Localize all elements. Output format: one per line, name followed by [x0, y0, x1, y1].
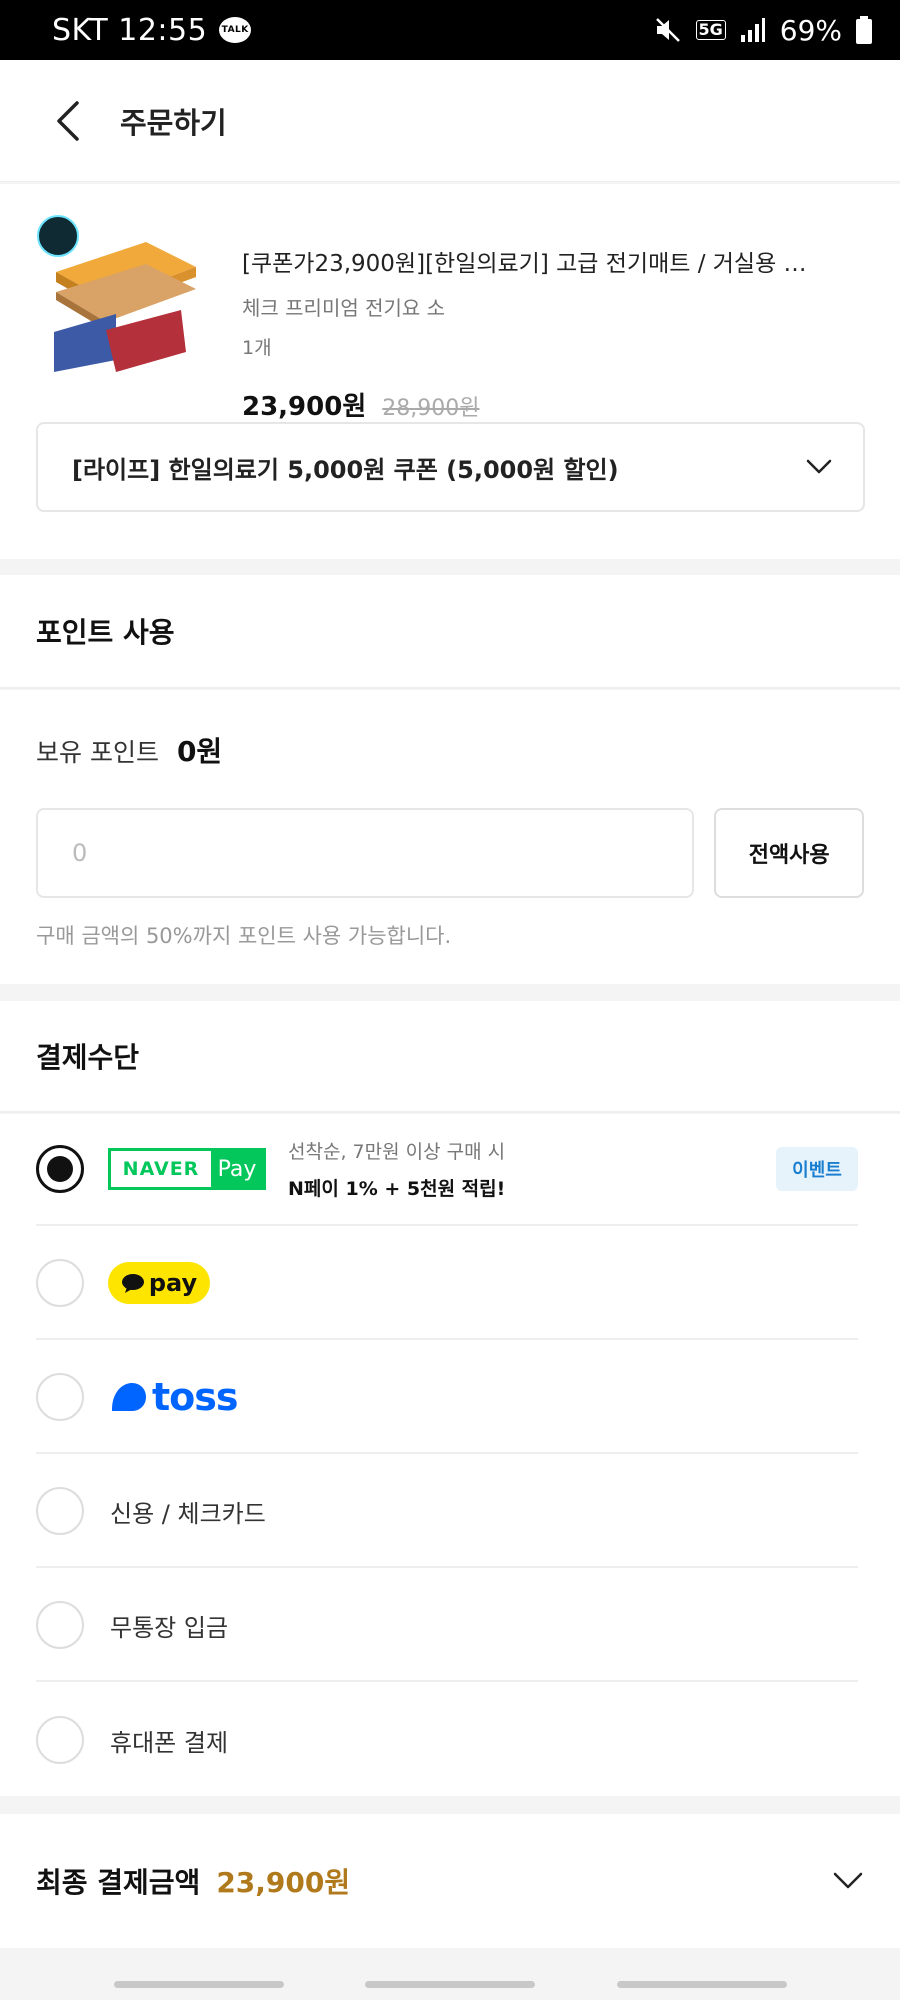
nav-home-button[interactable] [365, 1981, 535, 1988]
payment-option-naverpay[interactable]: NAVER Pay 선착순, 7만원 이상 구매 시 N페이 1% + 5천원 … [36, 1114, 858, 1226]
points-section-title: 포인트 사용 [36, 616, 175, 649]
radio-kakaopay[interactable] [36, 1259, 84, 1307]
naverpay-logo-pay: Pay [211, 1151, 263, 1187]
payment-option-kakaopay[interactable]: pay [36, 1228, 858, 1340]
points-balance-value: 0원 [176, 735, 223, 768]
radio-bank-transfer[interactable] [36, 1601, 84, 1649]
final-amount-bar[interactable]: 최종 결제금액 23,900원 [0, 1814, 900, 1948]
kakaopay-logo-text: pay [148, 1269, 198, 1297]
radio-phone[interactable] [36, 1716, 84, 1764]
page-title: 주문하기 [120, 105, 227, 140]
radio-card[interactable] [36, 1487, 84, 1535]
points-balance-label: 보유 포인트 [36, 738, 159, 767]
product-option: 체크 프리미엄 전기요 소 [242, 296, 446, 320]
naverpay-logo-naver: NAVER [111, 1151, 211, 1187]
payment-section-title: 결제수단 [36, 1041, 140, 1074]
chevron-down-icon[interactable] [832, 1871, 864, 1891]
coupon-selected-text: [라이프] 한일의료기 5,000원 쿠폰 (5,000원 할인) [72, 455, 619, 484]
payment-option-toss[interactable]: toss [36, 1342, 858, 1454]
final-amount-value: 23,900원 [216, 1866, 351, 1899]
bank-transfer-label: 무통장 입금 [110, 1613, 229, 1642]
status-carrier-time: SKT 12:55 [52, 12, 208, 48]
toss-logo: toss [108, 1375, 239, 1419]
naverpay-promo-sub: 선착순, 7만원 이상 구매 시 [288, 1141, 506, 1163]
system-nav-bar [0, 1968, 900, 2000]
nav-back-button[interactable] [617, 1981, 787, 1988]
payment-option-bank-transfer[interactable]: 무통장 입금 [36, 1570, 858, 1682]
product-quantity: 1개 [242, 337, 272, 359]
use-all-points-button[interactable]: 전액사용 [714, 808, 864, 898]
back-button[interactable] [38, 91, 98, 151]
toss-mark-icon [112, 1383, 146, 1411]
event-badge: 이벤트 [776, 1147, 858, 1191]
kakaotalk-notification-icon: TALK [219, 17, 252, 43]
product-original-price: 28,900원 [382, 396, 480, 421]
points-section-header: 포인트 사용 [0, 575, 900, 689]
mute-icon [654, 16, 682, 44]
product-name[interactable]: [쿠폰가23,900원][한일의료기] 고급 전기매트 / 거실용 … [242, 244, 852, 278]
naverpay-logo: NAVER Pay [108, 1148, 266, 1190]
product-price: 23,900원 [242, 392, 367, 422]
toss-logo-text: toss [152, 1375, 239, 1419]
radio-naverpay[interactable] [36, 1145, 84, 1193]
points-section: 보유 포인트 0원 전액사용 구매 금액의 50%까지 포인트 사용 가능합니다… [0, 690, 900, 984]
order-product-section: [쿠폰가23,900원][한일의료기] 고급 전기매트 / 거실용 … 체크 프… [0, 184, 900, 559]
battery-percent: 69% [779, 13, 842, 47]
payment-method-list: NAVER Pay 선착순, 7만원 이상 구매 시 N페이 1% + 5천원 … [0, 1114, 900, 1796]
phone-payment-label: 휴대폰 결제 [110, 1728, 229, 1757]
kakaopay-logo: pay [108, 1262, 210, 1304]
card-payment-label: 신용 / 체크카드 [110, 1499, 266, 1528]
chevron-down-icon [806, 459, 832, 474]
product-thumbnail [36, 212, 206, 382]
coupon-dropdown[interactable]: [라이프] 한일의료기 5,000원 쿠폰 (5,000원 할인) [36, 422, 865, 512]
points-hint: 구매 금액의 50%까지 포인트 사용 가능합니다. [36, 924, 452, 948]
radio-selected-dot [47, 1156, 73, 1182]
payment-section-header: 결제수단 [0, 1001, 900, 1113]
signal-icon [740, 17, 766, 43]
payment-option-card[interactable]: 신용 / 체크카드 [36, 1456, 858, 1568]
status-bar: SKT 12:55 TALK 5G 69% [0, 0, 900, 60]
speech-bubble-icon [121, 1274, 144, 1293]
battery-icon [856, 16, 872, 44]
payment-option-phone[interactable]: 휴대폰 결제 [36, 1684, 858, 1796]
final-amount-label: 최종 결제금액 [36, 1866, 201, 1899]
app-header: 주문하기 [0, 60, 900, 182]
nav-recents-button[interactable] [114, 1981, 284, 1988]
radio-toss[interactable] [36, 1373, 84, 1421]
chevron-left-icon [57, 100, 79, 141]
network-5g-icon: 5G [695, 20, 726, 40]
naverpay-promo-main: N페이 1% + 5천원 적립! [288, 1178, 506, 1200]
points-input[interactable] [36, 808, 695, 898]
